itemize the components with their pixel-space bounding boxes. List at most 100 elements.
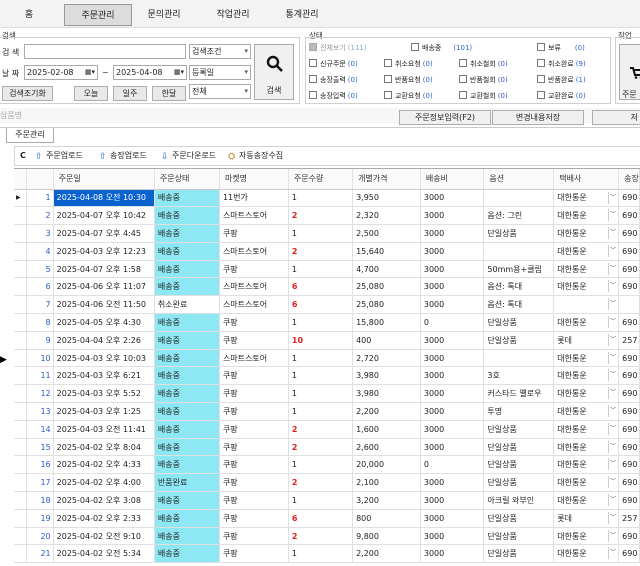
- cell-unit-price[interactable]: 25,080: [352, 277, 421, 297]
- date-from-picker[interactable]: 2025-02-08 ▦▾: [24, 65, 98, 80]
- cell-quantity[interactable]: 6: [288, 295, 354, 315]
- table-row[interactable]: 11 2025-04-03 오후 6:21 배송중 쿠팡 1 3,980 3000 3호 대한통…: [14, 366, 640, 386]
- cell-shipping-fee[interactable]: 3000: [420, 473, 485, 493]
- cell-option[interactable]: 단일상품: [483, 224, 555, 243]
- row-selector[interactable]: [14, 509, 27, 528]
- row-selector[interactable]: [14, 277, 27, 297]
- menu-home[interactable]: 홈: [8, 4, 50, 26]
- cell-unit-price[interactable]: 3,950: [352, 189, 421, 208]
- cell-option[interactable]: 옵션: 톡대: [483, 277, 555, 297]
- cell-courier-select[interactable]: 대한통운 ﹀: [553, 491, 620, 510]
- month-button[interactable]: 한달: [152, 86, 186, 101]
- cell-order-date[interactable]: 2025-04-07 오후 1:58: [53, 260, 155, 279]
- cell-option[interactable]: 단일상품: [483, 313, 555, 332]
- status-cancel-request-checkbox[interactable]: 취소요청 (0): [384, 59, 433, 69]
- cell-option[interactable]: 커스타드 옐로우: [483, 384, 555, 404]
- cell-market[interactable]: 쿠팡: [219, 384, 289, 404]
- cell-shipping-fee[interactable]: 3000: [420, 544, 485, 564]
- cell-order-status[interactable]: 배송중: [154, 527, 220, 546]
- cell-unit-price[interactable]: 3,200: [352, 491, 421, 510]
- cell-order-date[interactable]: 2025-04-05 오후 4:30: [53, 313, 155, 332]
- date-type-select[interactable]: 등록일 ▾: [189, 65, 251, 80]
- cell-market[interactable]: 쿠팡: [219, 420, 289, 439]
- cell-invoice[interactable]: 690: [618, 384, 640, 404]
- cell-unit-price[interactable]: 2,600: [352, 438, 421, 457]
- cell-unit-price[interactable]: 3,980: [352, 366, 421, 386]
- table-row[interactable]: 19 2025-04-02 오후 2:33 배송중 쿠팡 6 800 3000 단일상품 롯데 ﹀…: [14, 509, 640, 528]
- column-header-order-date[interactable]: 주문일: [53, 169, 155, 190]
- cell-shipping-fee[interactable]: 3000: [420, 224, 485, 243]
- table-row[interactable]: 2 2025-04-07 오후 10:42 배송중 스마트스토어 2 2,320 3000 옵…: [14, 206, 640, 226]
- cell-market[interactable]: 스마트스토어: [219, 277, 289, 297]
- row-selector[interactable]: [14, 349, 27, 368]
- cell-shipping-fee[interactable]: 3000: [420, 331, 485, 350]
- status-new-order-checkbox[interactable]: 신규주문 (0): [309, 59, 358, 69]
- cell-quantity[interactable]: 6: [288, 509, 354, 528]
- cell-unit-price[interactable]: 15,640: [352, 242, 421, 261]
- cell-unit-price[interactable]: 2,100: [352, 473, 421, 493]
- auto-invoice-collect-button[interactable]: ⛭ 자동송장수집: [228, 150, 283, 162]
- table-row[interactable]: 8 2025-04-05 오후 4:30 배송중 쿠팡 1 15,800 0 단일상품 대한통운…: [14, 313, 640, 332]
- cell-shipping-fee[interactable]: 3000: [420, 509, 485, 528]
- cell-option[interactable]: 단일상품: [483, 438, 555, 457]
- cell-invoice[interactable]: 690: [618, 277, 640, 297]
- cell-option[interactable]: 50mm용+클립: [483, 260, 555, 279]
- table-row[interactable]: 7 2025-04-06 오전 11:50 취소완료 스마트스토어 6 25,080 300…: [14, 295, 640, 315]
- cell-invoice[interactable]: 690: [618, 224, 640, 243]
- cell-quantity[interactable]: 2: [288, 438, 354, 457]
- cell-courier-select[interactable]: 대한통운 ﹀: [553, 402, 620, 421]
- cell-quantity[interactable]: 1: [288, 260, 354, 279]
- cell-unit-price[interactable]: 2,200: [352, 544, 421, 564]
- cell-order-status[interactable]: 배송중: [154, 242, 220, 261]
- cell-invoice[interactable]: 690: [618, 527, 640, 546]
- cell-quantity[interactable]: 6: [288, 277, 354, 297]
- cell-courier-select[interactable]: 대한통운 ﹀: [553, 384, 620, 404]
- cell-order-status[interactable]: 배송중: [154, 438, 220, 457]
- cell-market[interactable]: 11번가: [219, 189, 289, 208]
- column-header-shipping-fee[interactable]: 배송비: [420, 169, 485, 190]
- cell-market[interactable]: 스마트스토어: [219, 242, 289, 261]
- right-cut-button[interactable]: 저: [592, 110, 640, 125]
- cell-quantity[interactable]: 1: [288, 491, 354, 510]
- cell-shipping-fee[interactable]: 3000: [420, 277, 485, 297]
- cell-market[interactable]: 쿠팡: [219, 260, 289, 279]
- cell-order-status[interactable]: 취소완료: [154, 295, 220, 315]
- table-row[interactable]: 6 2025-04-06 오후 11:07 배송중 스마트스토어 6 25,080 3000…: [14, 277, 640, 297]
- cell-shipping-fee[interactable]: 3000: [420, 206, 485, 226]
- row-selector[interactable]: [14, 473, 27, 493]
- cell-market[interactable]: 스마트스토어: [219, 295, 289, 315]
- cell-unit-price[interactable]: 400: [352, 331, 421, 350]
- status-hold-checkbox[interactable]: 보류 (0): [537, 43, 585, 53]
- cell-order-date[interactable]: 2025-04-02 오후 2:33: [53, 509, 155, 528]
- cell-market[interactable]: 쿠팡: [219, 473, 289, 493]
- cell-courier-select[interactable]: 대한통운 ﹀: [553, 189, 620, 208]
- status-exchange-complete-checkbox[interactable]: 교환완료 (0): [537, 91, 586, 101]
- cell-option[interactable]: [483, 189, 555, 208]
- cell-option[interactable]: 단일상품: [483, 420, 555, 439]
- cell-invoice[interactable]: 690: [618, 455, 640, 475]
- cell-order-date[interactable]: 2025-04-03 오후 5:52: [53, 384, 155, 404]
- cell-order-status[interactable]: 배송중: [154, 509, 220, 528]
- cell-shipping-fee[interactable]: 3000: [420, 384, 485, 404]
- cell-market[interactable]: 쿠팡: [219, 509, 289, 528]
- cell-order-date[interactable]: 2025-04-03 오전 11:41: [53, 420, 155, 439]
- cell-invoice[interactable]: 690: [618, 473, 640, 493]
- cell-option[interactable]: 아크릴 와부인: [483, 491, 555, 510]
- cell-market[interactable]: 쿠팡: [219, 224, 289, 243]
- cell-courier-select[interactable]: 대한통운 ﹀: [553, 455, 620, 475]
- cell-order-status[interactable]: 배송중: [154, 277, 220, 297]
- row-selector[interactable]: [14, 402, 27, 421]
- cell-invoice[interactable]: 690: [618, 402, 640, 421]
- cell-unit-price[interactable]: 2,500: [352, 224, 421, 243]
- cell-order-date[interactable]: 2025-04-07 오후 4:45: [53, 224, 155, 243]
- cell-courier-select[interactable]: 대한통운 ﹀: [553, 349, 620, 368]
- cell-shipping-fee[interactable]: 3000: [420, 242, 485, 261]
- cell-unit-price[interactable]: 2,720: [352, 349, 421, 368]
- cell-courier-select[interactable]: 롯데 ﹀: [553, 331, 620, 350]
- cell-market[interactable]: 쿠팡: [219, 544, 289, 564]
- cell-unit-price[interactable]: 2,200: [352, 402, 421, 421]
- order-info-input-button[interactable]: 주문정보입력(F2): [399, 110, 491, 125]
- status-all-checkbox[interactable]: 전체보기 (111): [309, 43, 367, 53]
- menu-statistics-management[interactable]: 통계관리: [276, 4, 328, 26]
- cell-order-date[interactable]: 2025-04-04 오후 2:26: [53, 331, 155, 350]
